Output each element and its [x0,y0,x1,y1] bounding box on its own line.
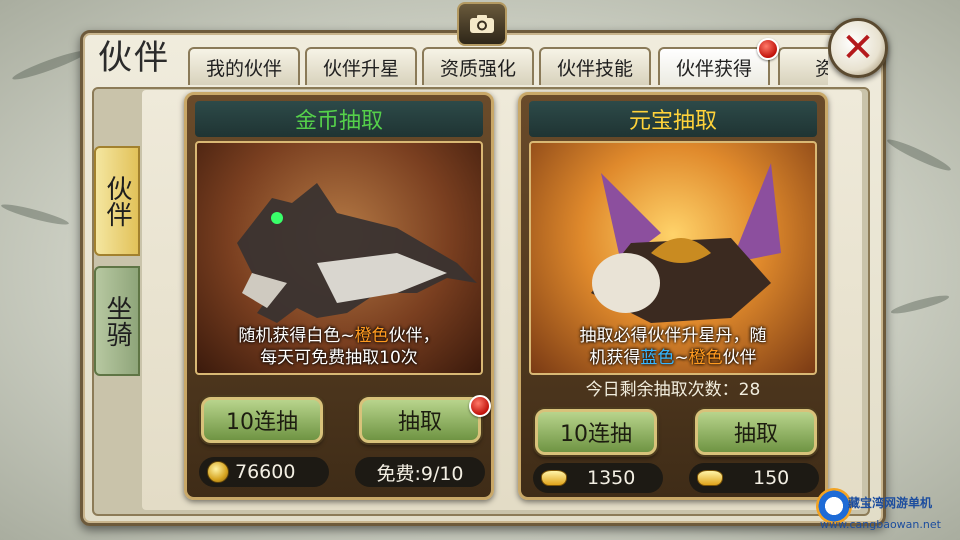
desc-highlight-orange: 橙色 [688,348,723,368]
tab-partner-skills[interactable]: 伙伴技能 [539,47,651,85]
tab-my-partners[interactable]: 我的伙伴 [188,47,300,85]
ten-draw-button[interactable]: 10连抽 [201,397,323,443]
tab-partner-obtain[interactable]: 伙伴获得 [658,47,770,85]
bamboo-leaf-decoration [889,292,951,317]
desc-text: 伙伴 [722,348,757,368]
close-icon: ✕ [841,25,875,71]
draw-button[interactable]: 抽取 [359,397,481,443]
desc-text: 伙伴， [388,326,440,346]
camera-icon[interactable] [457,2,507,46]
gold-coin-icon [207,461,229,483]
desc-highlight-blue: 蓝色 [640,348,675,368]
free-count: 免费:9/10 [376,462,464,485]
card-artwork: 抽取必得伙伴升星丹，随 机获得蓝色~橙色伙伴 [529,141,817,375]
card-artwork: 随机获得白色~橙色伙伴， 每天可免费抽取10次 [195,141,483,375]
ingot-draw-card: 元宝抽取 抽取必得伙伴升星丹，随 机获得蓝色~橙色伙伴 今日剩余抽取次数：28 … [518,92,828,500]
bamboo-leaf-decoration [10,46,90,84]
free-count-pill: 免费:9/10 [355,457,485,487]
side-tab-partner[interactable]: 伙伴 [94,146,140,256]
gold-cost-pill: 76600 [199,457,329,487]
watermark-url: www.cangbaowan.net [820,518,941,531]
side-tab-label: 坐骑 [102,295,132,347]
ingot-cost-pill: 1350 [533,463,663,493]
desc-highlight-orange: 橙色 [354,326,389,346]
desc-text: 机获得 [589,348,641,368]
card-title: 元宝抽取 [529,101,817,137]
ingot-icon [697,470,723,486]
bamboo-leaf-decoration [885,135,953,175]
side-tab-label: 伙伴 [102,175,132,227]
remaining-draws: 今日剩余抽取次数：28 [585,380,761,400]
tab-aptitude[interactable]: 资质 [778,47,828,85]
desc-text: 每天可免费抽取10次 [260,348,418,368]
tab-bar: 我的伙伴 伙伴升星 资质强化 伙伴技能 伙伴获得 资质 [188,47,828,87]
ten-draw-button[interactable]: 10连抽 [535,409,657,455]
gold-amount: 76600 [235,461,296,483]
draw-notification-badge [469,395,491,417]
ingot-icon [541,470,567,486]
close-button[interactable]: ✕ [828,18,888,78]
single-draw-cost: 150 [753,467,790,489]
ingot-cost-pill: 150 [689,463,819,493]
card-description: 抽取必得伙伴升星丹，随 机获得蓝色~橙色伙伴 [531,325,815,369]
tab-notification-badge [757,38,779,60]
gold-draw-card: 金币抽取 随机获得白色~橙色伙伴， 每天可免费抽取10次 10连抽 抽取 766… [184,92,494,500]
ten-draw-cost: 1350 [587,467,636,489]
panel-title: 伙伴 [98,38,170,78]
draw-button[interactable]: 抽取 [695,409,817,455]
tab-aptitude-enhance[interactable]: 资质强化 [422,47,534,85]
side-tab-mount[interactable]: 坐骑 [94,266,140,376]
card-description: 随机获得白色~橙色伙伴， 每天可免费抽取10次 [197,325,481,369]
desc-text: 随机获得白色~ [238,326,355,346]
desc-separator: ~ [674,348,689,368]
desc-text: 抽取必得伙伴升星丹，随 [579,326,767,346]
tab-partner-star-up[interactable]: 伙伴升星 [305,47,417,85]
card-title: 金币抽取 [195,101,483,137]
watermark-name: 藏宝湾网游单机 [848,496,933,510]
bamboo-leaf-decoration [0,201,70,228]
